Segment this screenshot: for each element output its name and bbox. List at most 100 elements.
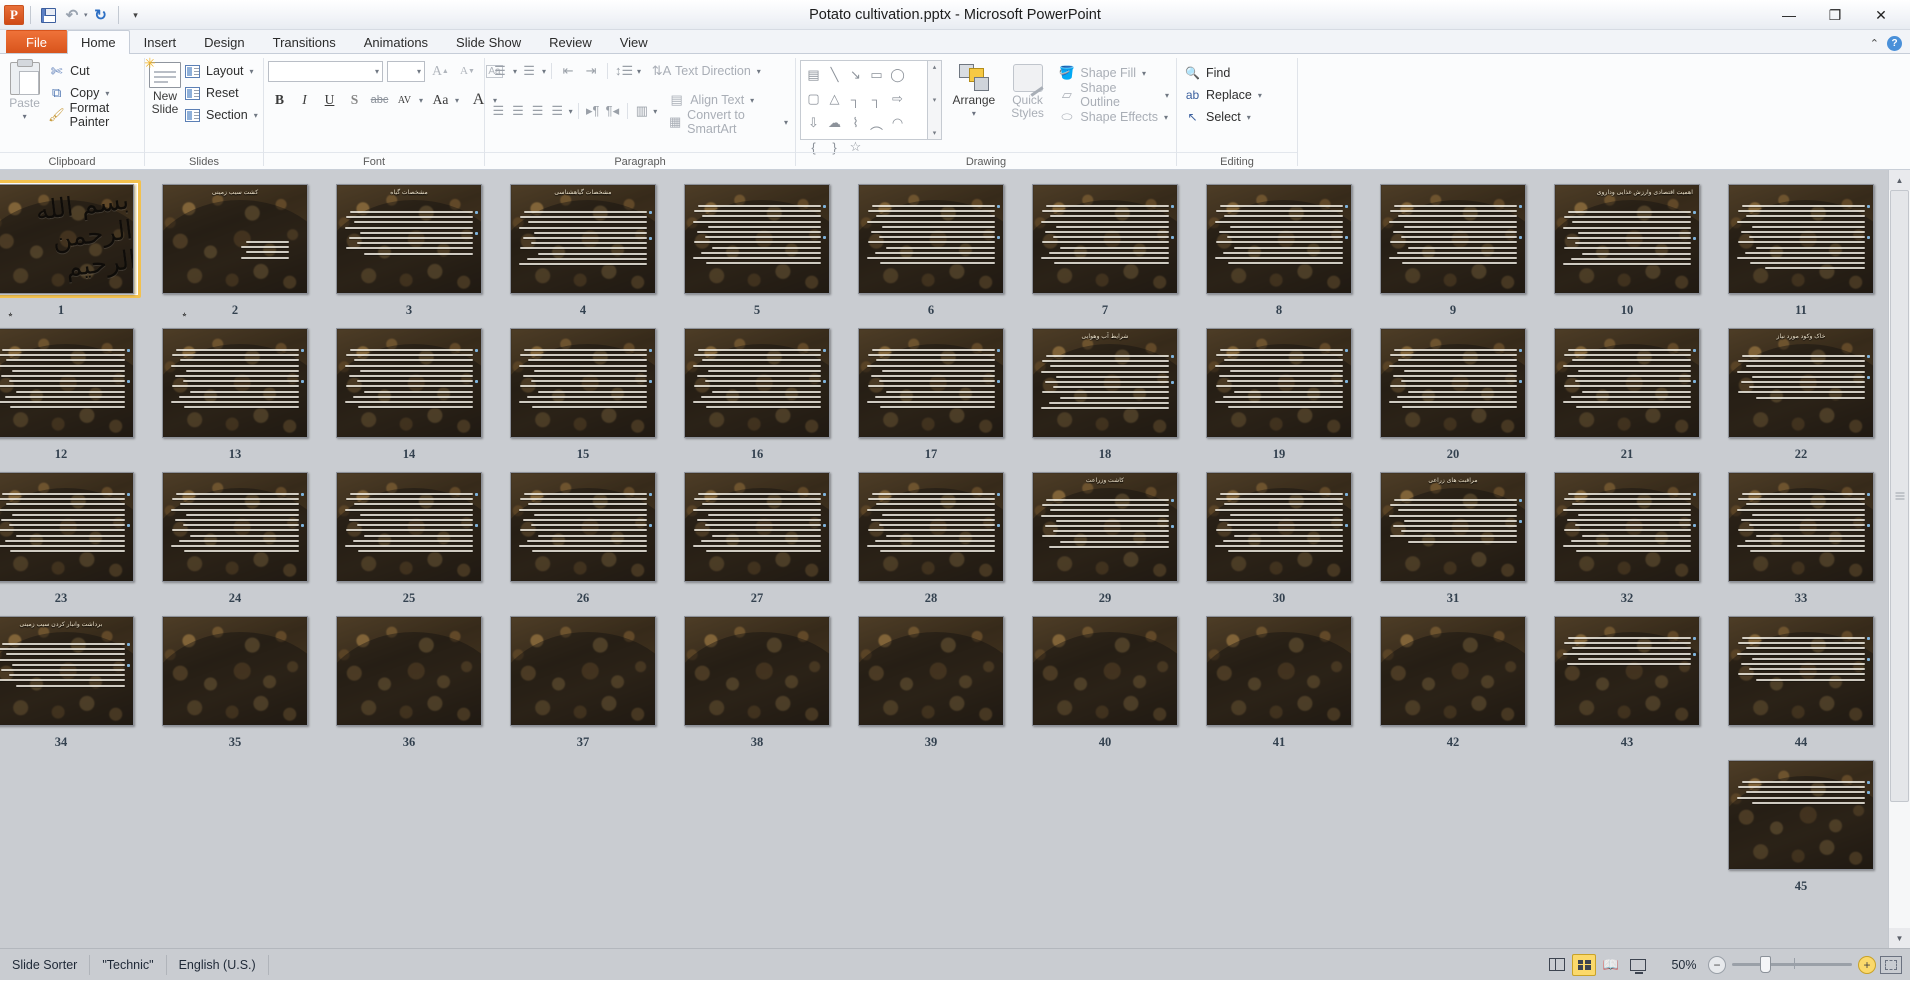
slide-cell-40[interactable]: 40 xyxy=(1018,612,1192,754)
slide-preview[interactable] xyxy=(1206,472,1352,582)
shapes-gallery-scrollbar[interactable]: ▴ ▾ ▾ xyxy=(928,60,942,140)
slide-cell-13[interactable]: 13 xyxy=(148,324,322,466)
slide-cell-36[interactable]: 36 xyxy=(322,612,496,754)
restore-button[interactable]: ❐ xyxy=(1812,2,1858,28)
slide-cell-43[interactable]: 43 xyxy=(1540,612,1714,754)
curve-shape-icon[interactable]: ︵ xyxy=(866,111,887,135)
slide-cell-12[interactable]: 12 xyxy=(0,324,148,466)
slide-thumbnail[interactable] xyxy=(1373,612,1533,730)
slide-preview[interactable]: کشت سیب زمینی xyxy=(162,184,308,294)
slide-cell-26[interactable]: 26 xyxy=(496,468,670,610)
slide-preview[interactable]: اهمیت اقتصادی وارزش غذایی وداروی xyxy=(1554,184,1700,294)
slide-thumbnail[interactable] xyxy=(1721,612,1881,730)
oval-shape-icon[interactable]: ◯ xyxy=(887,63,908,87)
slide-thumbnail[interactable] xyxy=(851,180,1011,298)
slide-cell-30[interactable]: 30 xyxy=(1192,468,1366,610)
zoom-in-button[interactable]: + xyxy=(1858,955,1876,974)
slide-thumbnail-selected[interactable]: بسم الله الرحمن الرحیم xyxy=(0,180,141,298)
slide-thumbnail[interactable] xyxy=(1025,180,1185,298)
slide-thumbnail[interactable] xyxy=(503,612,663,730)
align-center-button[interactable]: ☰ xyxy=(509,101,528,122)
slide-preview[interactable] xyxy=(1032,184,1178,294)
slide-preview[interactable] xyxy=(684,616,830,726)
justify-button[interactable]: ☰ xyxy=(548,101,567,122)
slide-thumbnail[interactable]: شرایط آب وهوایی xyxy=(1025,324,1185,442)
slide-thumbnail[interactable]: خاک وکود مورد نیاز xyxy=(1721,324,1881,442)
slide-preview[interactable] xyxy=(336,616,482,726)
slide-cell-16[interactable]: 16 xyxy=(670,324,844,466)
textbox-shape-icon[interactable]: ▤ xyxy=(803,63,824,87)
slide-thumbnail[interactable] xyxy=(851,612,1011,730)
slide-thumbnail[interactable] xyxy=(503,468,663,586)
slide-thumbnail[interactable]: مراقبت های زراعی xyxy=(1373,468,1533,586)
slide-preview[interactable] xyxy=(858,616,1004,726)
numbering-button[interactable]: ☰ xyxy=(518,61,540,82)
slide-preview[interactable] xyxy=(1206,328,1352,438)
slide-cell-41[interactable]: 41 xyxy=(1192,612,1366,754)
slide-thumbnail[interactable] xyxy=(329,468,489,586)
slide-cell-45[interactable]: 45 xyxy=(1714,756,1888,898)
help-icon[interactable]: ? xyxy=(1887,36,1902,51)
slide-thumbnail[interactable] xyxy=(329,612,489,730)
slide-preview[interactable] xyxy=(858,328,1004,438)
elbow-connector-shape-icon[interactable]: ┐ xyxy=(845,87,866,111)
find-button[interactable]: 🔍 Find xyxy=(1181,62,1265,84)
slide-cell-20[interactable]: 20 xyxy=(1366,324,1540,466)
close-button[interactable]: ✕ xyxy=(1858,2,1904,28)
slide-cell-27[interactable]: 27 xyxy=(670,468,844,610)
strikethrough-button[interactable]: abc xyxy=(368,89,391,111)
minimize-ribbon-icon[interactable]: ⌃ xyxy=(1870,37,1879,50)
scroll-up-button[interactable]: ▲ xyxy=(1889,170,1910,190)
slide-preview[interactable] xyxy=(858,184,1004,294)
arrange-button[interactable]: Arrange ▾ xyxy=(948,60,1000,120)
slide-thumbnail[interactable] xyxy=(1199,180,1359,298)
slide-preview[interactable] xyxy=(1728,472,1874,582)
slide-cell-34[interactable]: برداشت وانبار کردن سیب زمینی 34 xyxy=(0,612,148,754)
columns-button[interactable]: ▥ xyxy=(633,101,652,122)
slide-cell-10[interactable]: اهمیت اقتصادی وارزش غذایی وداروی 10 xyxy=(1540,180,1714,322)
slide-preview[interactable] xyxy=(1728,760,1874,870)
slide-cell-7[interactable]: 7 xyxy=(1018,180,1192,322)
slide-show-button[interactable] xyxy=(1626,954,1650,976)
slide-thumbnail[interactable] xyxy=(155,468,315,586)
slide-cell-32[interactable]: 32 xyxy=(1540,468,1714,610)
slide-cell-11[interactable]: 11 xyxy=(1714,180,1888,322)
slide-cell-4[interactable]: مشخصات گیاهشناسی 4 xyxy=(496,180,670,322)
slide-thumbnail[interactable] xyxy=(851,468,1011,586)
slide-thumbnail[interactable]: کشت سیب زمینی xyxy=(155,180,315,298)
slide-cell-6[interactable]: 6 xyxy=(844,180,1018,322)
slide-cell-21[interactable]: 21 xyxy=(1540,324,1714,466)
section-button[interactable]: Section ▾ xyxy=(181,104,261,126)
slide-preview[interactable] xyxy=(1554,472,1700,582)
slide-cell-23[interactable]: 23 xyxy=(0,468,148,610)
slide-thumbnail[interactable] xyxy=(1199,468,1359,586)
slide-thumbnail[interactable] xyxy=(1199,324,1359,442)
slide-thumbnail[interactable] xyxy=(0,468,141,586)
slide-thumbnail[interactable] xyxy=(503,324,663,442)
slide-cell-14[interactable]: 14 xyxy=(322,324,496,466)
gallery-more-icon[interactable]: ▾ xyxy=(933,129,937,137)
bullets-button[interactable]: ☰ xyxy=(489,61,511,82)
right-arrow-shape-icon[interactable]: ⇨ xyxy=(887,87,908,111)
slide-preview[interactable] xyxy=(1554,616,1700,726)
increase-indent-button[interactable]: ⇥ xyxy=(580,61,602,82)
tab-transitions[interactable]: Transitions xyxy=(259,30,350,53)
change-case-button[interactable]: Aa xyxy=(429,89,452,111)
slide-preview[interactable] xyxy=(1032,616,1178,726)
rectangle-shape-icon[interactable]: ▭ xyxy=(866,63,887,87)
align-right-button[interactable]: ☰ xyxy=(528,101,547,122)
bold-button[interactable]: B xyxy=(268,89,291,111)
slide-thumbnail[interactable] xyxy=(1373,180,1533,298)
slide-preview[interactable] xyxy=(1554,328,1700,438)
slide-thumbnail[interactable] xyxy=(1721,180,1881,298)
slide-thumbnail[interactable] xyxy=(1547,324,1707,442)
slide-thumbnail[interactable] xyxy=(329,324,489,442)
slide-cell-39[interactable]: 39 xyxy=(844,612,1018,754)
gallery-scroll-up-icon[interactable]: ▴ xyxy=(933,63,937,71)
slide-cell-22[interactable]: خاک وکود مورد نیاز 22 xyxy=(1714,324,1888,466)
slide-cell-1[interactable]: بسم الله الرحمن الرحیم 1 ⭒ xyxy=(0,180,148,322)
quick-styles-button[interactable]: Quick Styles xyxy=(1006,60,1050,120)
font-name-input[interactable]: ▾ xyxy=(268,60,383,82)
slide-cell-17[interactable]: 17 xyxy=(844,324,1018,466)
slide-thumbnail[interactable]: اهمیت اقتصادی وارزش غذایی وداروی xyxy=(1547,180,1707,298)
